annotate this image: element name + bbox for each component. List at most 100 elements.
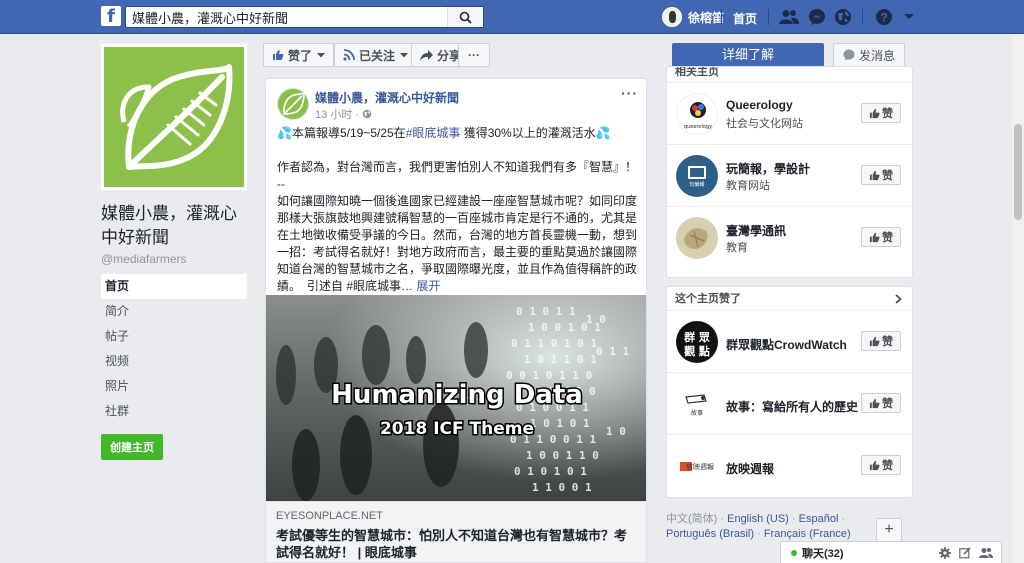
chat-label: 聊天(32) <box>802 547 844 560</box>
nav-item-photos[interactable]: 照片 <box>101 374 247 399</box>
svg-text:0 1 0 1 1: 0 1 0 1 1 <box>516 305 576 318</box>
post-line-1-suffix: 獲得30%以上的灌溉活水 <box>460 126 596 140</box>
liked-button[interactable]: 赞了 <box>263 43 335 67</box>
page-name[interactable]: 玩簡報，學設計 <box>726 160 810 177</box>
like-button[interactable]: 赞 <box>861 227 901 247</box>
messenger-icon[interactable] <box>807 7 827 27</box>
search-icon <box>459 11 472 24</box>
page-name[interactable]: 故事：寫給所有人的歷史 <box>726 398 858 415</box>
following-label: 已关注 <box>359 48 396 63</box>
globe-icon[interactable] <box>833 7 853 27</box>
language-link[interactable]: English (US) <box>727 513 789 525</box>
nav-item-posts[interactable]: 帖子 <box>101 324 247 349</box>
search-button[interactable] <box>447 7 483 27</box>
search-box <box>125 6 484 28</box>
divider <box>862 9 863 25</box>
language-link[interactable]: Français (France) <box>764 528 851 540</box>
link-preview[interactable]: EYESONPLACE.NET 考試優等生的智慧城市：怕別人不知道台灣也有智慧城… <box>266 501 646 562</box>
svg-text:1 1 0 0 1: 1 1 0 0 1 <box>532 481 592 494</box>
create-page-button[interactable]: 创建主页 <box>101 434 163 460</box>
help-icon[interactable]: ? <box>874 7 894 27</box>
post-timestamp[interactable]: 13 小时 · <box>315 106 372 122</box>
nav-item-community[interactable]: 社群 <box>101 399 247 424</box>
send-message-button[interactable]: 发消息 <box>833 43 905 67</box>
svg-text:0 1 1 0 1 0 1: 0 1 1 0 1 0 1 <box>511 337 597 350</box>
list-item[interactable]: 群 眾觀 點 群眾觀點CrowdWatch 赞 <box>667 311 912 373</box>
humanizing-data-image: 0 1 0 1 1 1 0 0 1 0 1 0 1 1 0 1 0 1 1 0 … <box>266 295 646 501</box>
pages-liked-header[interactable]: 这个主页赞了 <box>667 287 912 311</box>
page-category: 教育 <box>726 242 748 254</box>
like-button[interactable]: 赞 <box>861 165 901 185</box>
post-options-button[interactable]: ··· <box>621 85 638 101</box>
more-languages-button[interactable]: + <box>876 518 902 542</box>
nav-item-videos[interactable]: 视频 <box>101 349 247 374</box>
droplets-icon: 💦 <box>277 126 292 140</box>
feed-post: 媒體小農，灌溉心中好新聞 13 小时 · ··· 💦本篇報導5/19~5/25在… <box>265 78 647 563</box>
more-actions-button[interactable]: ··· <box>458 43 490 67</box>
svg-text:0 1 1: 0 1 1 <box>596 345 629 358</box>
language-link[interactable]: Português (Brasil) <box>666 528 754 540</box>
like-button[interactable]: 赞 <box>861 393 901 413</box>
like-button[interactable]: 赞 <box>861 331 901 351</box>
thumbs-up-icon <box>869 170 880 180</box>
language-link[interactable]: Español <box>799 513 839 525</box>
list-item[interactable]: 臺灣學通訊 教育 赞 <box>667 207 912 269</box>
like-button[interactable]: 赞 <box>861 103 901 123</box>
nav-item-home[interactable]: 首页 <box>101 274 247 299</box>
chevron-down-icon <box>317 52 326 57</box>
home-link[interactable]: 首页 <box>733 10 757 27</box>
facebook-logo-icon[interactable]: f <box>101 6 121 26</box>
svg-text:1 0: 1 0 <box>586 313 606 326</box>
leaf-logo-icon <box>283 91 305 115</box>
globe-icon <box>362 109 372 119</box>
divider <box>768 9 769 25</box>
page-name[interactable]: 放映週報 <box>726 460 774 477</box>
list-item[interactable]: 故事 故事：寫給所有人的歷史 赞 <box>667 373 912 435</box>
avatar[interactable] <box>277 88 309 120</box>
like-button[interactable]: 赞 <box>861 455 901 475</box>
chevron-down-icon[interactable] <box>899 7 919 27</box>
avatar <box>676 217 718 259</box>
gear-icon[interactable] <box>939 546 951 559</box>
search-input[interactable] <box>126 7 446 27</box>
page-name[interactable]: Queerology <box>726 98 793 112</box>
thumbs-up-icon <box>869 398 880 408</box>
list-item[interactable]: queerology Queerology 社会与文化网站 赞 <box>667 83 912 145</box>
list-item[interactable]: 放映週報 放映週報 赞 <box>667 435 912 497</box>
related-pages-header: 相关主页 <box>667 67 912 83</box>
profile-link[interactable]: 徐榕笛 <box>662 7 724 27</box>
scrollbar-thumb[interactable] <box>1014 124 1022 220</box>
page-name[interactable]: 臺灣學通訊 <box>726 222 786 239</box>
learn-more-button[interactable]: 详细了解 <box>672 43 824 67</box>
post-paragraph-long: 如何讓國際知曉一個後進國家已經建設一座座智慧城市呢？如同印度那樣大張旗鼓地興建號… <box>277 193 641 295</box>
svg-text:1 0: 1 0 <box>606 425 626 438</box>
pages-liked-title: 这个主页赞了 <box>675 293 741 305</box>
share-arrow-icon <box>420 49 433 61</box>
page-profile-picture[interactable] <box>101 44 247 190</box>
chevron-down-icon <box>400 52 409 57</box>
nav-item-about[interactable]: 简介 <box>101 299 247 324</box>
like-label: 赞 <box>882 336 893 348</box>
thumbs-up-icon <box>869 460 880 470</box>
like-label: 赞 <box>882 108 893 120</box>
post-author-link[interactable]: 媒體小農，灌溉心中好新聞 <box>315 89 459 106</box>
svg-text:0 1 0 1 0 1: 0 1 0 1 0 1 <box>514 465 587 478</box>
page-scrollbar[interactable] <box>1012 34 1024 563</box>
hashtag-link[interactable]: #眼底城事 <box>406 126 461 140</box>
thumbs-up-icon <box>869 108 880 118</box>
page-name[interactable]: 群眾觀點CrowdWatch <box>726 336 847 353</box>
following-button[interactable]: 已关注 <box>334 43 418 67</box>
chat-bar[interactable]: 聊天(32) <box>780 541 1002 563</box>
page-handle[interactable]: @mediafarmers <box>101 252 247 266</box>
compose-icon[interactable] <box>959 546 971 559</box>
list-item[interactable]: 玩簡報 玩簡報，學設計 教育网站 赞 <box>667 145 912 207</box>
user-name: 徐榕笛 <box>688 10 725 25</box>
page-title: 媒體小農，灌溉心中好新聞 <box>101 204 237 247</box>
post-image[interactable]: 0 1 0 1 1 1 0 0 1 0 1 0 1 1 0 1 0 1 1 0 … <box>266 295 646 501</box>
top-bar: f 徐榕笛 首页 ? <box>0 0 1024 34</box>
avatar: 群 眾觀 點 <box>676 321 718 363</box>
see-more-link[interactable]: 展开 <box>416 279 440 293</box>
friend-requests-icon[interactable] <box>779 7 799 27</box>
post-separator: -- <box>277 177 285 191</box>
group-chat-icon[interactable] <box>979 547 993 559</box>
